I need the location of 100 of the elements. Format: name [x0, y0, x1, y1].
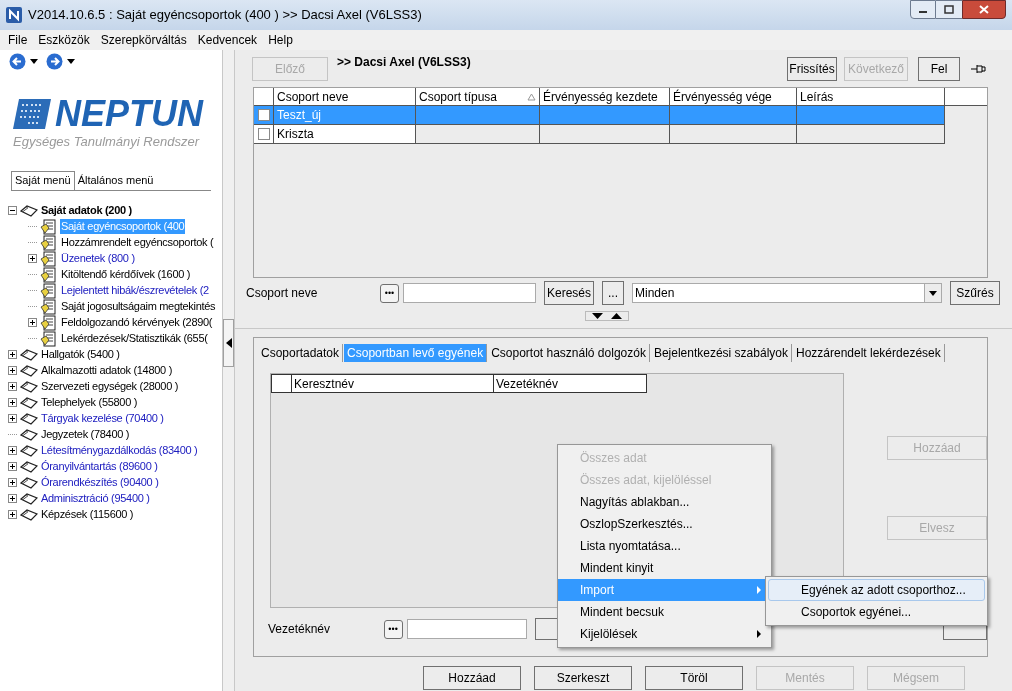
menu-item[interactable]: OszlopSzerkesztés...	[558, 513, 771, 535]
menu-item[interactable]: Mindent kinyit	[558, 557, 771, 579]
tree-item[interactable]: Telephelyek (55800 )	[40, 395, 139, 410]
pin-icon[interactable]	[970, 63, 986, 75]
tree-item[interactable]: Saját jogosultságaim megtekintés	[60, 299, 217, 314]
expand-toggle[interactable]	[28, 254, 37, 263]
plus-icon	[29, 319, 36, 326]
lookup-button[interactable]: •••	[380, 283, 399, 303]
forward-icon[interactable]	[46, 52, 63, 70]
collapse-panel-button[interactable]	[223, 319, 234, 367]
document-icon	[40, 234, 58, 251]
tree-item[interactable]: Képzések (115600 )	[40, 507, 135, 522]
expand-toggle[interactable]	[8, 510, 17, 519]
tree-item[interactable]: Hallgatók (5400 )	[40, 347, 121, 362]
button[interactable]: Frissítés	[787, 57, 837, 81]
expand-toggle[interactable]	[8, 494, 17, 503]
tree-item[interactable]: Szervezeti egységek (28000 )	[40, 379, 180, 394]
tree-item[interactable]: Üzenetek (800 )	[60, 251, 136, 266]
tree-item[interactable]: Adminisztráció (95400 )	[40, 491, 151, 506]
menu-item[interactable]: Kedvencek	[197, 31, 258, 49]
tree-item[interactable]: Jegyzetek (78400 )	[40, 427, 131, 442]
expand-toggle[interactable]	[8, 350, 17, 359]
back-icon[interactable]	[9, 52, 26, 70]
splitter-arrows[interactable]	[584, 310, 629, 321]
column-header[interactable]: Csoport neve	[274, 88, 416, 105]
close-icon	[979, 5, 989, 14]
expand-toggle[interactable]	[8, 462, 17, 471]
expand-toggle[interactable]	[8, 414, 17, 423]
more-button[interactable]: ...	[602, 281, 624, 305]
table-row[interactable]: Kriszta	[254, 125, 945, 144]
menu-item[interactable]: Eszközök	[38, 31, 90, 49]
search-button[interactable]: Keresés	[544, 281, 594, 305]
row-checkbox[interactable]	[257, 128, 270, 140]
dropdown-icon[interactable]	[30, 58, 38, 64]
tree-item[interactable]: Óranyilvántartás (89600 )	[40, 459, 159, 474]
menu-item[interactable]: Csoportok egyénei...	[768, 601, 985, 623]
tab[interactable]: Csoportadatok	[258, 344, 344, 362]
menu-item[interactable]: Egyének az adott csoporthoz...	[768, 579, 985, 601]
submenu-arrow-icon	[757, 630, 761, 638]
row-checkbox[interactable]	[257, 109, 270, 121]
column-header[interactable]: Érvényesség vége	[670, 88, 797, 105]
button[interactable]: Szerkeszt	[534, 666, 632, 690]
book-icon	[20, 492, 38, 505]
filter-dropdown[interactable]: Minden	[632, 283, 942, 303]
menu-item[interactable]: Help	[268, 31, 293, 49]
tree-item[interactable]: Hozzámrendelt egyéncsoportok (	[60, 235, 215, 250]
document-icon	[40, 250, 58, 267]
minimize-button[interactable]	[910, 0, 936, 19]
tree-item[interactable]: Feldolgozandó kérvények (2890(	[60, 315, 214, 330]
plus-icon	[9, 511, 16, 518]
collapse-toggle[interactable]	[8, 206, 17, 215]
menu-item[interactable]: Kijelölések	[558, 623, 771, 645]
tree-item[interactable]: Alkalmazotti adatok (14800 )	[40, 363, 173, 378]
tree-item[interactable]: Lejelentett hibák/észrevételek (2	[60, 283, 210, 298]
book-icon	[20, 380, 38, 393]
book-icon	[20, 396, 38, 409]
search-field[interactable]	[403, 283, 536, 303]
book-icon	[20, 444, 38, 457]
button[interactable]: Hozzáad	[423, 666, 521, 690]
book-icon	[20, 428, 38, 441]
tree-item[interactable]: Saját adatok (200 )	[40, 203, 133, 218]
column-header[interactable]: Keresztnév	[292, 375, 494, 392]
tree-item[interactable]: Tárgyak kezelése (70400 )	[40, 411, 165, 426]
tree-item[interactable]: Lekérdezések/Statisztikák (655(	[60, 331, 209, 346]
tab[interactable]: Csoportot használó dolgozók	[488, 344, 650, 362]
logo-text: NEPTUN	[55, 96, 203, 132]
maximize-button[interactable]	[936, 0, 962, 19]
tree-item[interactable]: Létesítménygazdálkodás (83400 )	[40, 443, 199, 458]
expand-toggle[interactable]	[8, 382, 17, 391]
expand-toggle[interactable]	[8, 478, 17, 487]
search-field[interactable]	[406, 619, 527, 639]
menu-item[interactable]: Szerepkörváltás	[100, 31, 187, 49]
book-icon	[20, 460, 38, 473]
column-header[interactable]: Leírás	[797, 88, 945, 105]
tab[interactable]: Hozzárendelt lekérdezések	[793, 344, 945, 362]
sidebar-tab[interactable]: Saját menü	[11, 170, 75, 190]
dropdown-icon[interactable]	[67, 58, 75, 64]
column-header[interactable]: Vezetéknév	[494, 375, 644, 392]
close-button[interactable]	[962, 0, 1006, 19]
expand-toggle[interactable]	[8, 446, 17, 455]
column-header[interactable]: Érvényesség kezdete	[540, 88, 670, 105]
button[interactable]: Töröl	[645, 666, 743, 690]
document-icon	[40, 218, 58, 235]
lookup-button[interactable]: •••	[383, 619, 403, 639]
menu-item[interactable]: Nagyítás ablakban...	[558, 491, 771, 513]
expand-toggle[interactable]	[8, 366, 17, 375]
expand-toggle[interactable]	[8, 398, 17, 407]
tree-item[interactable]: Kitöltendő kérdőívek (1600 )	[60, 267, 192, 282]
tree-item[interactable]: Órarendkészítés (90400 )	[40, 475, 160, 490]
window-title: V2014.10.6.5 : Saját egyéncsoportok (400 ) >> Dacsi Axel (V6LSS3)	[28, 6, 422, 25]
book-icon	[20, 348, 38, 361]
menu-item[interactable]: File	[8, 31, 28, 49]
menu-item[interactable]: Lista nyomtatása...	[558, 535, 771, 557]
filter-button[interactable]: Szűrés	[950, 281, 1000, 305]
plus-icon	[9, 399, 16, 406]
plus-icon	[29, 255, 36, 262]
column-header[interactable]: Csoport típusa	[416, 88, 540, 105]
expand-toggle[interactable]	[28, 318, 37, 327]
document-icon	[40, 298, 58, 315]
button[interactable]: Fel	[918, 57, 960, 81]
